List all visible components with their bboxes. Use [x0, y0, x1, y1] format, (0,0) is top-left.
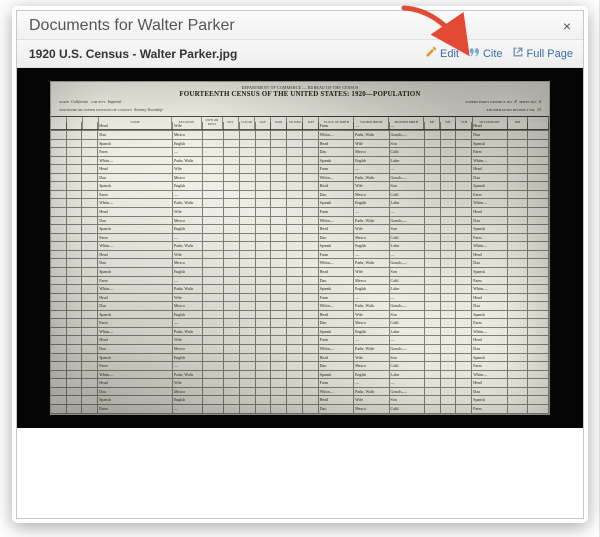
table-row: Whitn—Parkr, WaltrSpanshEnglshLabrrWhitn… — [51, 371, 549, 380]
cite-button[interactable]: Cite — [468, 46, 503, 61]
table-row: DauMexcoWhitn—Parkr, WaltrGonzls,—Dau — [51, 217, 549, 226]
toolbar-actions: Edit Cite Full Page — [425, 46, 573, 61]
table-row: Whitn—Parkr, WaltrSpanshEnglshLabrrWhitn… — [51, 199, 549, 208]
pencil-icon — [425, 46, 437, 61]
external-icon — [512, 46, 524, 61]
document-toolbar: 1920 U.S. Census - Walter Parker.jpg Edi… — [17, 40, 583, 68]
table-row: SpanshEnglshHeadWifeSonSpansh — [51, 311, 549, 320]
table-row: DauMexcoWhitn—Parkr, WaltrGonzls,—Dau — [51, 302, 549, 311]
table-row: HeadWifeFarm——Head — [51, 336, 549, 345]
close-icon[interactable]: × — [561, 17, 573, 35]
table-row: Farm—DauMexcoCalif.Farm — [51, 148, 549, 157]
census-meta-row2: TOWNSHIP OR OTHER DIVISION OF COUNTY Sev… — [57, 106, 543, 114]
fullpage-label: Full Page — [527, 48, 573, 60]
table-row: SpanshEnglshHeadWifeSonSpansh — [51, 182, 549, 191]
table-row: HeadWifeFarm——Head — [51, 208, 549, 217]
census-main-title: FOURTEENTH CENSUS OF THE UNITED STATES: … — [57, 90, 543, 98]
fullpage-button[interactable]: Full Page — [512, 46, 573, 61]
census-grid: HeadWifeFarm——HeadDauMexcoWhitn—Parkr, W… — [51, 122, 549, 413]
edit-button[interactable]: Edit — [425, 46, 459, 61]
document-modal: Documents for Walter Parker × 1920 U.S. … — [16, 10, 584, 519]
census-enum: ENUMERATION DISTRICT NO. 13 — [487, 106, 542, 114]
modal-title: Documents for Walter Parker — [29, 17, 561, 35]
table-row: SpanshEnglshHeadWifeSonSpansh — [51, 140, 549, 149]
table-row: Whitn—Parkr, WaltrSpanshEnglshLabrrWhitn… — [51, 242, 549, 251]
table-row: HeadWifeFarm——Head — [51, 379, 549, 388]
census-header: DEPARTMENT OF COMMERCE — BUREAU OF THE C… — [51, 82, 549, 116]
table-row: DauMexcoWhitn—Parkr, WaltrGonzls,—Dau — [51, 131, 549, 140]
table-row: HeadWifeFarm——Head — [51, 122, 549, 131]
table-row: Whitn—Parkr, WaltrSpanshEnglshLabrrWhitn… — [51, 157, 549, 166]
modal-title-bar: Documents for Walter Parker × — [17, 11, 583, 40]
cite-label: Cite — [483, 48, 503, 60]
table-row: HeadWifeFarm——Head — [51, 251, 549, 260]
modal-shadow-wrap: Documents for Walter Parker × 1920 U.S. … — [12, 6, 588, 523]
census-sheet: DEPARTMENT OF COMMERCE — BUREAU OF THE C… — [50, 81, 550, 414]
census-state: STATE California COUNTY Imperial — [59, 98, 121, 106]
table-row: Farm—DauMexcoCalif.Farm — [51, 277, 549, 286]
document-filename: 1920 U.S. Census - Walter Parker.jpg — [29, 47, 425, 61]
edit-label: Edit — [440, 48, 459, 60]
table-row: SpanshEnglshHeadWifeSonSpansh — [51, 268, 549, 277]
table-row: Farm—DauMexcoCalif.Farm — [51, 319, 549, 328]
image-frame: DEPARTMENT OF COMMERCE — BUREAU OF THE C… — [17, 68, 583, 428]
table-row: HeadWifeFarm——Head — [51, 165, 549, 174]
census-meta-row: STATE California COUNTY Imperial SUPERVI… — [57, 98, 543, 106]
table-row: Whitn—Parkr, WaltrSpanshEnglshLabrrWhitn… — [51, 328, 549, 337]
table-row: DauMexcoWhitn—Parkr, WaltrGonzls,—Dau — [51, 259, 549, 268]
table-row: SpanshEnglshHeadWifeSonSpansh — [51, 354, 549, 363]
table-row: Farm—DauMexcoCalif.Farm — [51, 405, 549, 414]
table-row: Farm—DauMexcoCalif.Farm — [51, 362, 549, 371]
table-row: HeadWifeFarm——Head — [51, 294, 549, 303]
table-row: Farm—DauMexcoCalif.Farm — [51, 191, 549, 200]
table-row: SpanshEnglshHeadWifeSonSpansh — [51, 396, 549, 405]
table-row: DauMexcoWhitn—Parkr, WaltrGonzls,—Dau — [51, 388, 549, 397]
table-row: Farm—DauMexcoCalif.Farm — [51, 234, 549, 243]
table-row: DauMexcoWhitn—Parkr, WaltrGonzls,—Dau — [51, 174, 549, 183]
table-row: DauMexcoWhitn—Parkr, WaltrGonzls,—Dau — [51, 345, 549, 354]
table-row: Whitn—Parkr, WaltrSpanshEnglshLabrrWhitn… — [51, 285, 549, 294]
table-row: SpanshEnglshHeadWifeSonSpansh — [51, 225, 549, 234]
document-viewer: DEPARTMENT OF COMMERCE — BUREAU OF THE C… — [17, 68, 583, 518]
census-district: SUPERVISOR'S DISTRICT NO. 8 SHEET NO. A — [466, 98, 542, 106]
quote-icon — [468, 46, 480, 61]
census-township: TOWNSHIP OR OTHER DIVISION OF COUNTY Sev… — [59, 106, 163, 114]
